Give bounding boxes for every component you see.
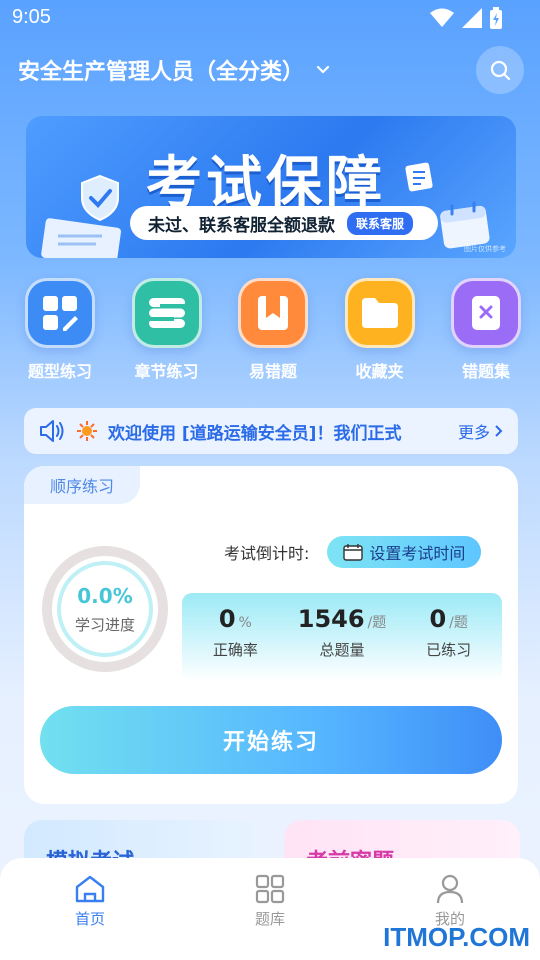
checklist-icon (405, 162, 433, 192)
quick-nav-label: 收藏夹 (355, 362, 404, 381)
page-title: 安全生产管理人员（全分类） (18, 60, 305, 85)
banner-pagination (254, 232, 296, 240)
grid-edit-icon (25, 278, 95, 348)
search-icon (490, 60, 511, 81)
quick-nav-item-favorites[interactable]: 收藏夹 (338, 278, 422, 382)
banner-subline: 未过、联系客服全额退款 (148, 215, 335, 236)
start-practice-button[interactable]: 开始练习 (40, 706, 502, 774)
tab-label: 题库 (254, 910, 285, 928)
exam-countdown: 考试倒计时: 设置考试时间 (224, 536, 482, 568)
document-illustration-icon (41, 218, 122, 258)
speaker-icon (40, 420, 64, 442)
stat-unit: /题 (367, 615, 387, 631)
search-button[interactable] (476, 46, 524, 94)
status-bar: 9:05 (0, 0, 540, 36)
quick-nav-item-wrong-book[interactable]: 错题集 (444, 278, 528, 382)
stat-unit: % (238, 615, 252, 631)
stat-total-questions: 1546/题 总题量 (289, 593, 396, 681)
stat-value: 1546 (297, 605, 365, 633)
calendar-small-icon (343, 544, 364, 561)
category-selector[interactable]: 安全生产管理人员（全分类） (18, 52, 332, 88)
stat-name: 已练习 (426, 641, 472, 659)
notice-text: 欢迎使用 [道路运输安全员]！我们正式 (108, 423, 402, 444)
notice-more-link[interactable]: 更多 (458, 419, 504, 443)
notice-bar[interactable]: 欢迎使用 [道路运输安全员]！我们正式 更多 (24, 408, 518, 454)
sparkle-icon (77, 421, 97, 441)
tab-question-bank[interactable]: 题库 (220, 874, 320, 960)
tab-home[interactable]: 首页 (40, 874, 140, 960)
tab-label: 首页 (74, 910, 105, 928)
banner-credit: 图片仅供参考 (464, 245, 506, 253)
signal-icon (462, 8, 482, 28)
home-icon (75, 875, 105, 903)
notice-more-label: 更多 (457, 423, 490, 442)
stat-name: 总题量 (319, 641, 365, 659)
pagination-dot (274, 232, 282, 240)
stat-practiced: 0/题 已练习 (395, 593, 502, 681)
stat-accuracy: 0% 正确率 (182, 593, 289, 681)
set-exam-time-label: 设置考试时间 (369, 544, 466, 563)
progress-value: 0.0% (77, 584, 133, 608)
pagination-dot (254, 232, 268, 240)
quick-nav-item-chapter-practice[interactable]: 章节练习 (125, 278, 209, 382)
quick-nav-item-error-prone[interactable]: 易错题 (231, 278, 315, 382)
grid-icon (255, 874, 285, 904)
bookmark-icon (238, 278, 308, 348)
quick-nav-label: 错题集 (461, 362, 510, 381)
folder-icon (344, 278, 415, 348)
stat-unit: /题 (449, 615, 468, 631)
progress-label: 学习进度 (74, 616, 135, 634)
quick-nav-item-type-practice[interactable]: 题型练习 (18, 278, 102, 382)
stats-panel: 0% 正确率 1546/题 总题量 0/题 已练习 (182, 593, 502, 681)
set-exam-time-button[interactable]: 设置考试时间 (327, 536, 482, 568)
stat-value: 0 (218, 605, 236, 633)
status-icons (430, 7, 502, 29)
quick-nav-label: 章节练习 (134, 362, 199, 381)
sequential-practice-tab[interactable]: 顺序练习 (24, 466, 140, 504)
quick-nav-label: 易错题 (248, 362, 297, 381)
status-time: 9:05 (12, 6, 51, 28)
contact-service-tag[interactable]: 联系客服 (347, 211, 414, 235)
battery-icon (490, 7, 502, 29)
wifi-icon (430, 8, 454, 27)
quick-nav-label: 题型练习 (27, 362, 92, 381)
site-watermark: ITMOP.COM (383, 922, 530, 952)
countdown-label: 考试倒计时: (224, 544, 310, 563)
study-progress-ring: 0.0% 学习进度 (40, 544, 170, 674)
calendar-icon (440, 201, 490, 249)
practice-card: 顺序练习 0.0% 学习进度 考试倒计时: 设置考试时间 0% 正确率 1546… (24, 466, 518, 804)
progress-ring-graphic (42, 546, 168, 672)
chapter-s-icon (131, 278, 202, 348)
wrong-book-icon (451, 278, 521, 348)
user-icon (436, 874, 464, 904)
chevron-down-icon (316, 65, 330, 74)
stat-name: 正确率 (212, 641, 258, 659)
chevron-right-icon (495, 425, 503, 437)
shield-check-icon (81, 174, 119, 222)
stat-value: 0 (429, 605, 447, 633)
pagination-dot (288, 232, 296, 240)
quick-nav: 题型练习 章节练习 易错题 收藏夹 错题集 (18, 278, 528, 382)
